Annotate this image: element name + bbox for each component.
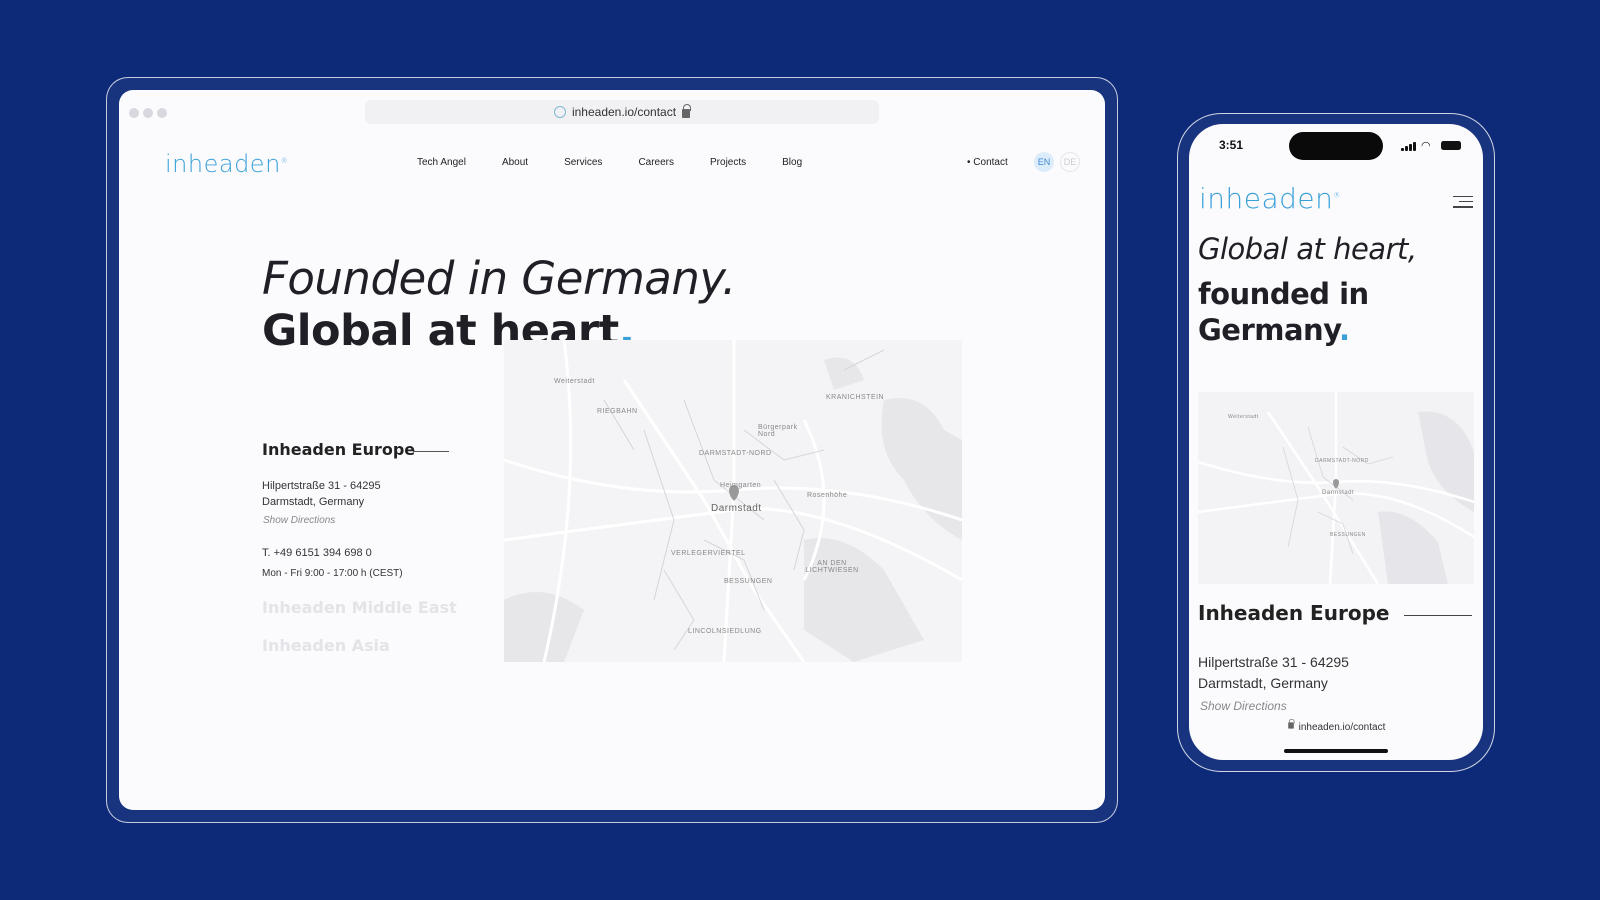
home-indicator[interactable]: [1284, 749, 1388, 753]
office-hours: Mon - Fri 9:00 - 17:00 h (CEST): [262, 568, 403, 579]
map-label: Heimgarten: [720, 482, 762, 489]
mobile-office-europe-title[interactable]: Inheaden Europe: [1198, 601, 1389, 625]
nav-services[interactable]: Services: [564, 157, 602, 168]
mobile-office-title-divider: [1404, 615, 1472, 616]
map-label: LINCOLNSIEDLUNG: [688, 628, 762, 635]
map-label: DARMSTADT-NORD: [1315, 458, 1369, 464]
mobile-office-address: Hilpertstraße 31 - 64295 Darmstadt, Germ…: [1198, 652, 1349, 694]
site-header: inheaden® Tech Angel About Services Care…: [119, 140, 1105, 188]
map-label: Darmstadt: [711, 503, 762, 514]
mobile-screen: 3:51 ◠ inheaden® Global at heart, founde…: [1189, 124, 1483, 760]
map-label: Bürgerpark Nord: [758, 424, 798, 438]
registered-mark-icon: ®: [1333, 191, 1341, 200]
map-label: Rosenhöhe: [807, 492, 848, 499]
nav-projects[interactable]: Projects: [710, 157, 746, 168]
map-label: VERLEGERVIERTEL: [671, 550, 746, 557]
lang-de-button[interactable]: DE: [1060, 152, 1080, 172]
hero-line-1: Founded in Germany.: [262, 252, 736, 305]
office-europe-title[interactable]: Inheaden Europe: [262, 440, 415, 459]
main-nav: Tech Angel About Services Careers Projec…: [417, 157, 838, 168]
browser-window: inheaden.io/contact inheaden® Tech Angel…: [119, 90, 1105, 810]
map-label: Darmstadt: [1322, 490, 1355, 496]
site-logo-text: inheaden: [165, 150, 281, 178]
mobile-show-directions-link[interactable]: Show Directions: [1200, 699, 1287, 713]
menu-icon[interactable]: [1453, 196, 1473, 212]
office-map[interactable]: Weiterstadt DARMSTADT-NORD Bürgerpark No…: [504, 340, 962, 662]
close-window-dot[interactable]: [129, 108, 139, 118]
mobile-map-roads: [1198, 392, 1474, 584]
status-time: 3:51: [1219, 138, 1244, 152]
nav-blog[interactable]: Blog: [782, 157, 802, 168]
mobile-office-map[interactable]: Weiterstadt DARMSTADT-NORD Darmstadt BES…: [1198, 392, 1474, 584]
map-label: RIEGBAHN: [597, 408, 638, 415]
nav-contact[interactable]: • Contact: [967, 157, 1008, 168]
map-label: AN DEN LICHTWIESEN: [805, 560, 859, 574]
mobile-hero-line-1: Global at heart,: [1198, 232, 1417, 266]
maximize-window-dot[interactable]: [157, 108, 167, 118]
address-bar-url: inheaden.io/contact: [571, 105, 677, 119]
map-label: BESSUNGEN: [1330, 532, 1366, 538]
address-city: Darmstadt, Germany: [262, 496, 365, 508]
office-middle-east-tab[interactable]: Inheaden Middle East: [262, 598, 457, 617]
office-phone[interactable]: T. +49 6151 394 698 0: [262, 547, 372, 559]
mobile-site-logo[interactable]: inheaden®: [1199, 182, 1341, 215]
map-label: Weiterstadt: [1228, 414, 1259, 420]
lang-en-button[interactable]: EN: [1034, 152, 1054, 172]
mobile-hero-line-2: founded in Germany.: [1198, 276, 1478, 348]
address-street: Hilpertstraße 31 - 64295: [262, 480, 381, 492]
signal-icon: [1401, 142, 1416, 151]
mobile-logo-text: inheaden: [1199, 182, 1334, 215]
mobile-address-city: Darmstadt, Germany: [1198, 675, 1328, 691]
office-address: Hilpertstraße 31 - 64295 Darmstadt, Germ…: [262, 478, 381, 510]
nav-about[interactable]: About: [502, 157, 528, 168]
show-directions-link[interactable]: Show Directions: [263, 515, 335, 526]
mobile-url: inheaden.io/contact: [1298, 722, 1386, 733]
site-logo[interactable]: inheaden®: [165, 150, 288, 178]
battery-icon: [1441, 141, 1461, 150]
wifi-icon: ◠: [1421, 140, 1431, 152]
office-title-divider: [413, 451, 449, 452]
office-asia-tab[interactable]: Inheaden Asia: [262, 636, 390, 655]
site-icon: [553, 106, 566, 118]
dynamic-island: [1289, 132, 1383, 160]
mobile-address-bar[interactable]: inheaden.io/contact: [1189, 718, 1483, 733]
accent-dot: .: [1338, 313, 1350, 347]
nav-careers[interactable]: Careers: [638, 157, 674, 168]
lock-icon: [1287, 718, 1295, 729]
map-pin-icon: [1333, 479, 1339, 489]
map-label: Weiterstadt: [554, 378, 595, 385]
minimize-window-dot[interactable]: [143, 108, 153, 118]
map-roads: [504, 340, 962, 662]
map-label: DARMSTADT-NORD: [699, 450, 772, 457]
window-controls: [129, 108, 167, 118]
nav-tech-angel[interactable]: Tech Angel: [417, 157, 466, 168]
registered-mark-icon: ®: [280, 157, 289, 165]
lock-icon: [682, 104, 692, 118]
mobile-address-street: Hilpertstraße 31 - 64295: [1198, 654, 1349, 670]
address-bar[interactable]: inheaden.io/contact: [365, 100, 879, 124]
map-label: KRANICHSTEIN: [826, 394, 885, 401]
map-label: BESSUNGEN: [724, 578, 773, 585]
